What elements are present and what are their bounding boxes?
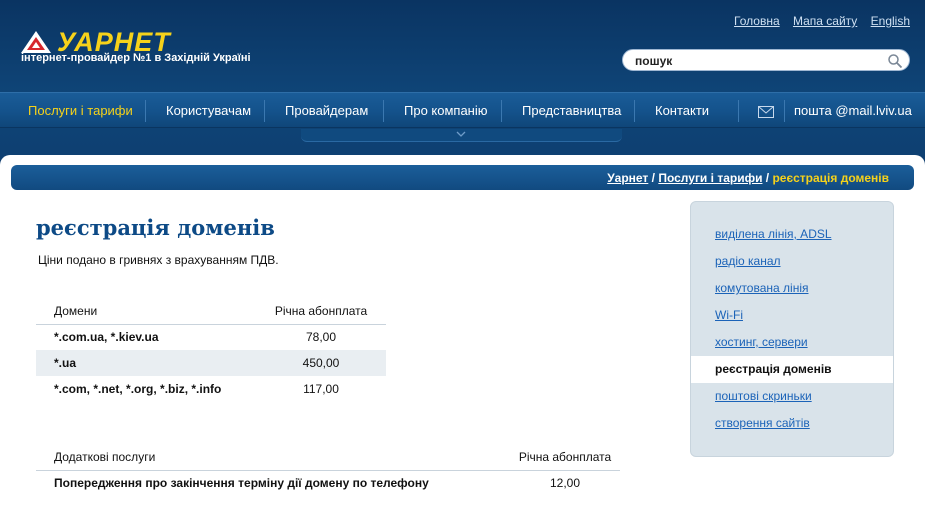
- content-area: Уарнет / Послуги і тарифи / реєстрація д…: [0, 155, 925, 516]
- price-cell: 450,00: [256, 350, 386, 376]
- column-header-price: Річна абонплата: [256, 298, 386, 325]
- search-icon[interactable]: [887, 53, 903, 69]
- table-row: *.ua 450,00: [36, 350, 386, 376]
- sidebar-item-dedicated-line[interactable]: виділена лінія, ADSL: [691, 221, 893, 248]
- nav-divider: [383, 100, 384, 122]
- extra-services-table: Додаткові послуги Річна абонплата Попере…: [36, 444, 620, 496]
- sidebar-item-radio[interactable]: радіо канал: [691, 248, 893, 275]
- breadcrumb-services[interactable]: Послуги і тарифи: [658, 171, 762, 185]
- column-header-domains: Домени: [36, 298, 256, 325]
- sidebar-item-label[interactable]: комутована лінія: [715, 281, 809, 295]
- table-header-row: Додаткові послуги Річна абонплата: [36, 444, 620, 471]
- sidebar-item-label[interactable]: створення сайтів: [715, 416, 810, 430]
- price-cell: 117,00: [303, 382, 339, 396]
- nav-item-users[interactable]: Користувачам: [166, 93, 251, 129]
- sidebar-item-label: реєстрація доменів: [715, 362, 832, 376]
- top-links: Головна Мапа сайту English: [724, 14, 910, 28]
- intro-text: Ціни подано в гривнях з врахуванням ПДВ.: [38, 253, 279, 267]
- english-link[interactable]: English: [871, 14, 910, 28]
- mail-icon[interactable]: [758, 106, 774, 118]
- logo-tagline: інтернет-провайдер №1 в Західній Україні: [21, 52, 251, 64]
- nav-divider: [264, 100, 265, 122]
- site-header: УАРНЕТ інтернет-провайдер №1 в Західній …: [0, 0, 925, 160]
- nav-divider: [501, 100, 502, 122]
- table-row: *.com, *.net, *.org, *.biz, *.info 117,0…: [36, 376, 386, 402]
- column-header-price: Річна абонплата: [510, 444, 620, 471]
- main-nav: Послуги і тарифи Користувачам Провайдера…: [0, 92, 925, 128]
- nav-item-services[interactable]: Послуги і тарифи: [28, 93, 133, 129]
- nav-divider: [784, 100, 785, 122]
- price-cell: 78,00: [305, 330, 337, 345]
- nav-item-providers[interactable]: Провайдерам: [285, 93, 368, 129]
- breadcrumb-home[interactable]: Уарнет: [607, 171, 648, 185]
- sidebar-item-hosting[interactable]: хостинг, сервери: [691, 329, 893, 356]
- domains-table: Домени Річна абонплата *.com.ua, *.kiev.…: [36, 298, 386, 402]
- breadcrumb-bar: Уарнет / Послуги і тарифи / реєстрація д…: [11, 165, 914, 190]
- sidebar-item-web-design[interactable]: створення сайтів: [691, 410, 893, 437]
- nav-item-offices[interactable]: Представництва: [522, 93, 621, 129]
- nav-divider: [145, 100, 146, 122]
- uarnet-logo-icon: [21, 31, 51, 53]
- nav-divider: [634, 100, 635, 122]
- chevron-down-icon: [456, 131, 466, 137]
- sidebar-item-label[interactable]: виділена лінія, ADSL: [715, 227, 832, 241]
- breadcrumb: Уарнет / Послуги і тарифи / реєстрація д…: [607, 171, 889, 185]
- domain-cell: *.com, *.net, *.org, *.biz, *.info: [54, 382, 222, 396]
- sidebar-item-label[interactable]: поштові скриньки: [715, 389, 812, 403]
- search-input[interactable]: [635, 53, 875, 68]
- sitemap-link[interactable]: Мапа сайту: [793, 14, 857, 28]
- search-box: [622, 49, 910, 71]
- nav-item-about[interactable]: Про компанію: [404, 93, 488, 129]
- sidebar-item-dialup[interactable]: комутована лінія: [691, 275, 893, 302]
- sidebar-item-label[interactable]: радіо канал: [715, 254, 781, 268]
- sidebar-item-mailboxes[interactable]: поштові скриньки: [691, 383, 893, 410]
- sidebar-item-domains[interactable]: реєстрація доменів: [691, 356, 893, 383]
- nav-divider: [738, 100, 739, 122]
- sidebar-item-label[interactable]: хостинг, сервери: [715, 335, 808, 349]
- sidebar-item-wifi[interactable]: Wi-Fi: [691, 302, 893, 329]
- table-row: *.com.ua, *.kiev.ua 78,00: [36, 324, 386, 350]
- service-cell: Попередження про закінчення терміну дії …: [54, 476, 429, 491]
- domain-cell: *.com.ua, *.kiev.ua: [54, 330, 159, 345]
- domain-cell: *.ua: [36, 350, 256, 376]
- table-row: Попередження про закінчення терміну дії …: [36, 470, 620, 496]
- price-cell: 12,00: [549, 476, 581, 491]
- column-header-services: Додаткові послуги: [36, 444, 510, 471]
- table-header-row: Домени Річна абонплата: [36, 298, 386, 325]
- page-title: реєстрація доменів: [36, 215, 275, 240]
- nav-expand-tab[interactable]: [301, 129, 622, 142]
- mail-link[interactable]: пошта @mail.lviv.ua: [794, 93, 912, 129]
- home-link[interactable]: Головна: [734, 14, 780, 28]
- services-sidebar: виділена лінія, ADSL радіо канал комутов…: [690, 201, 894, 457]
- breadcrumb-current: реєстрація доменів: [772, 171, 889, 185]
- sidebar-item-label[interactable]: Wi-Fi: [715, 308, 743, 322]
- nav-item-contacts[interactable]: Контакти: [655, 93, 709, 129]
